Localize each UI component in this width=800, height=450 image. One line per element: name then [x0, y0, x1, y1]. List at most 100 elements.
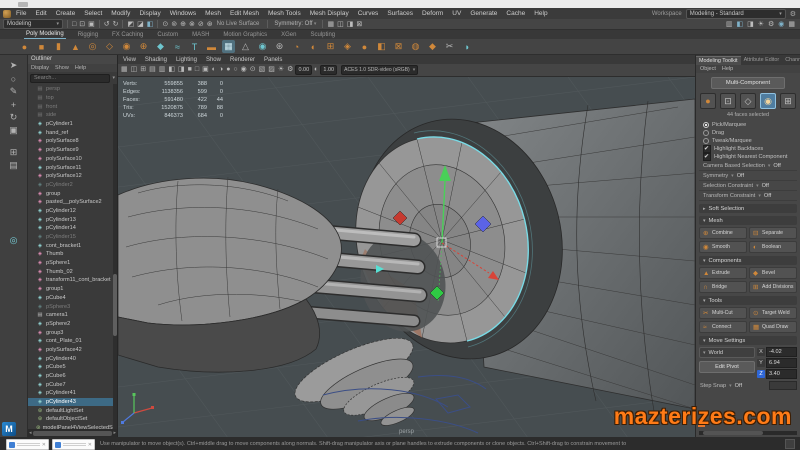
shelf-icon[interactable]: ⊞ — [324, 40, 337, 53]
outliner-item[interactable]: polySurface12 — [28, 172, 117, 181]
menu-item[interactable]: Display — [139, 10, 160, 17]
menu-item[interactable]: Create — [56, 10, 76, 17]
component-mode-icon[interactable]: ⊞ — [780, 93, 796, 109]
radio-option[interactable]: Drag — [699, 129, 797, 137]
outliner-item[interactable]: persp — [28, 85, 117, 94]
shelf-tab[interactable]: FX Caching — [110, 31, 145, 39]
menu-item[interactable]: Generate — [470, 10, 497, 17]
toolkit-button[interactable]: ⊙ Target Weld — [749, 307, 797, 319]
menu-item[interactable]: Curves — [358, 10, 379, 17]
shelf-tab[interactable]: Custom — [155, 31, 180, 39]
gamma-field[interactable]: 1.00 — [320, 65, 337, 75]
shelf-icon[interactable]: ◎ — [86, 40, 99, 53]
move-settings-header[interactable]: Move Settings — [699, 336, 797, 345]
menu-item[interactable]: Mesh Display — [310, 10, 349, 17]
toolbox-icon[interactable]: ▣ — [7, 124, 21, 137]
outliner-menu-item[interactable]: Show — [55, 65, 69, 71]
checkbox-option[interactable]: Highlight Nearest Component — [699, 153, 797, 161]
step-snap-row[interactable]: Step Snap ▾ Off — [699, 381, 797, 390]
shelf-icon[interactable]: ⊕ — [137, 40, 150, 53]
menu-item[interactable]: Mesh — [205, 10, 221, 17]
shelf-icon[interactable]: ◈ — [341, 40, 354, 53]
component-mode-icon[interactable]: ⊡ — [720, 93, 736, 109]
panel-toolbar-icon[interactable]: ■ — [188, 65, 192, 75]
toolkit-button[interactable]: ✂ Multi-Cut — [699, 307, 747, 319]
panel-toolbar-icon[interactable]: ▣ — [202, 65, 209, 75]
panel-toolbar-icon[interactable]: ⚙ — [287, 65, 293, 75]
outliner-item[interactable]: pSphere3 — [28, 302, 117, 311]
panel-menu-item[interactable]: Show — [206, 57, 221, 63]
snap-icon[interactable]: ⊕ — [180, 20, 186, 29]
outliner-item[interactable]: Thumb_02 — [28, 267, 117, 276]
menu-item[interactable]: Help — [534, 10, 547, 17]
shelf-icon[interactable]: ● — [358, 40, 371, 53]
toolbox-icon[interactable]: ➤ — [7, 59, 21, 72]
axis-chip[interactable]: X — [757, 348, 765, 356]
menu-item[interactable]: Modify — [111, 10, 130, 17]
panel-toolbar-icon[interactable]: ☀ — [278, 65, 284, 75]
axis-value-field[interactable]: -4.02 — [766, 347, 797, 357]
panel-toolbar-icon[interactable]: ◑ — [219, 65, 223, 75]
toolkit-menu-item[interactable]: Object — [700, 66, 716, 72]
tools-section-header[interactable]: Tools — [699, 296, 797, 305]
axis-value-field[interactable]: 3.40 — [766, 369, 797, 379]
toolbox-icon[interactable]: ✎ — [7, 85, 21, 98]
panel-toolbar-icon[interactable]: ▧ — [259, 65, 266, 75]
notification-popup[interactable]: ✕ — [52, 439, 95, 450]
outliner-item[interactable]: pCylinder15 — [28, 233, 117, 242]
toolbox-icon[interactable]: ◎ — [7, 234, 21, 247]
toolbox-icon[interactable]: ⊞ — [7, 146, 21, 159]
selection-mask-icon[interactable]: ◧ — [147, 20, 154, 29]
maya-app-icon[interactable]: M — [2, 422, 16, 436]
status-icon[interactable]: ◫ — [337, 20, 344, 29]
outliner-item[interactable]: pCube5 — [28, 363, 117, 372]
notification-popup[interactable]: ✕ — [6, 439, 49, 450]
outliner-item[interactable]: transform11_cont_bracket — [28, 276, 117, 285]
outliner-menu-item[interactable]: Display — [31, 65, 49, 71]
outliner-item[interactable]: cont_Plate_01 — [28, 337, 117, 346]
snap-icon[interactable]: ⊚ — [171, 20, 177, 29]
outliner-item[interactable]: pCylinder14 — [28, 224, 117, 233]
axis-orientation-dropdown[interactable]: World — [699, 347, 755, 358]
render-icon[interactable]: ◧ — [736, 20, 743, 29]
viewport-scene[interactable]: Verts: 559855 388 0 Edges: 1138356 599 0… — [118, 77, 695, 437]
scroll-right-icon[interactable]: ▸ — [113, 430, 116, 436]
menu-item[interactable]: Mesh Tools — [268, 10, 301, 17]
toolbox-icon[interactable]: ▤ — [7, 159, 21, 172]
chevron-down-icon[interactable]: ▾ — [112, 75, 115, 81]
outliner-menu-item[interactable]: Help — [75, 65, 86, 71]
multi-component-button[interactable]: Multi-Component — [711, 77, 785, 89]
axis-chip[interactable]: Z — [757, 370, 765, 378]
file-icon[interactable]: ▣ — [88, 20, 95, 29]
component-mode-icon[interactable]: ◉ — [760, 93, 776, 109]
status-icon[interactable]: ▦ — [327, 20, 334, 29]
radio-option[interactable]: Tweak/Marquee — [699, 137, 797, 145]
shelf-tab[interactable]: Poly Modeling — [24, 30, 66, 39]
panel-toolbar-icon[interactable]: ◐ — [212, 65, 216, 75]
outliner-item[interactable]: pasted__polySurface2 — [28, 198, 117, 207]
outliner-item[interactable]: pCube4 — [28, 294, 117, 303]
outliner-item[interactable]: polySurface42 — [28, 346, 117, 355]
outliner-item[interactable]: pSphere1 — [28, 259, 117, 268]
shelf-tab[interactable]: Rigging — [76, 31, 100, 39]
outliner-item[interactable]: group3 — [28, 328, 117, 337]
menu-item[interactable]: Cache — [506, 10, 525, 17]
outliner-item[interactable]: group1 — [28, 285, 117, 294]
shelf-icon[interactable]: ◧ — [375, 40, 388, 53]
menu-item[interactable]: Edit Mesh — [230, 10, 259, 17]
toolkit-button[interactable]: ⊟ Separate — [749, 227, 797, 239]
file-icon[interactable]: ⊡ — [79, 20, 85, 29]
outliner-item[interactable]: Thumb — [28, 250, 117, 259]
shelf-icon[interactable]: ✂ — [443, 40, 456, 53]
render-icon[interactable]: ◨ — [747, 20, 754, 29]
step-snap-field[interactable] — [769, 381, 797, 390]
shelf-icon[interactable]: ◔ — [290, 40, 303, 53]
undo-redo-icon[interactable]: ↻ — [113, 20, 119, 29]
panel-toolbar-icon[interactable]: ▤ — [149, 65, 156, 75]
shelf-icon[interactable]: ▬ — [205, 40, 218, 53]
shelf-icon[interactable]: ◆ — [426, 40, 439, 53]
components-section-header[interactable]: Components — [699, 256, 797, 265]
panel-toolbar-icon[interactable]: ▨ — [268, 65, 275, 75]
outliner-item[interactable]: pCube7 — [28, 380, 117, 389]
snap-icon[interactable]: ⊘ — [198, 20, 204, 29]
